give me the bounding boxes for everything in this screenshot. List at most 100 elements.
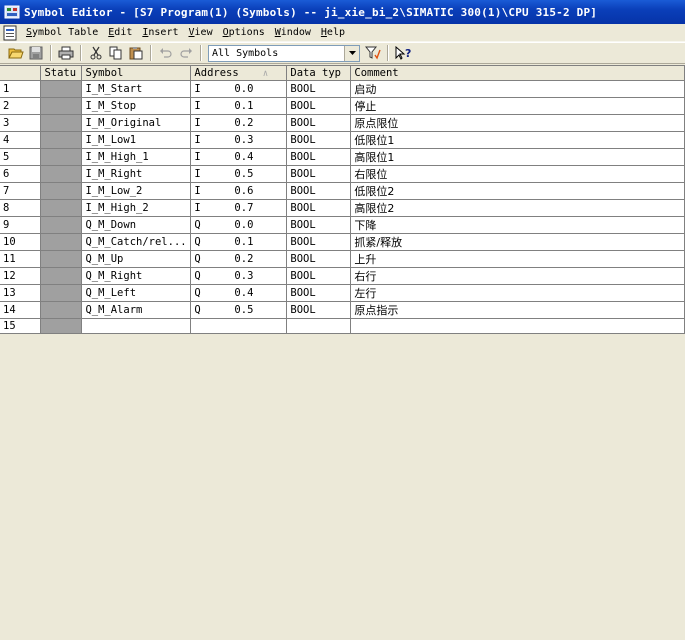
comment-cell[interactable]: 上升 [350, 250, 685, 268]
status-cell[interactable] [40, 80, 83, 98]
title-bar[interactable]: Symbol Editor - [S7 Program(1) (Symbols)… [0, 0, 685, 24]
filter-button[interactable] [363, 44, 383, 62]
table-row[interactable]: 2 I_M_Stop I 0.1 BOOL 停止 [0, 97, 685, 115]
data-type-cell[interactable]: BOOL [286, 80, 352, 98]
status-cell[interactable] [40, 182, 83, 200]
address-cell[interactable]: I 0.7 [190, 199, 288, 217]
address-cell[interactable]: Q 0.5 [190, 301, 288, 319]
row-number-cell[interactable]: 4 [0, 131, 42, 149]
table-row[interactable]: 7 I_M_Low_2 I 0.6 BOOL 低限位2 [0, 182, 685, 200]
row-number-cell[interactable]: 1 [0, 80, 42, 98]
data-type-cell[interactable]: BOOL [286, 250, 352, 268]
symbol-cell[interactable]: Q_M_Catch/rel... [81, 233, 192, 251]
row-number-cell[interactable]: 5 [0, 148, 42, 166]
column-header-data-type[interactable]: Data typ [286, 66, 352, 81]
table-row[interactable]: 6 I_M_Right I 0.5 BOOL 右限位 [0, 165, 685, 183]
symbol-cell[interactable]: I_M_Low_2 [81, 182, 192, 200]
cut-button[interactable] [86, 44, 106, 62]
table-row[interactable]: 14 Q_M_Alarm Q 0.5 BOOL 原点指示 [0, 301, 685, 319]
table-row[interactable]: 13 Q_M_Left Q 0.4 BOOL 左行 [0, 284, 685, 302]
column-header-comment[interactable]: Comment [350, 66, 685, 81]
data-type-cell[interactable]: BOOL [286, 233, 352, 251]
table-row[interactable]: 8 I_M_High_2 I 0.7 BOOL 高限位2 [0, 199, 685, 217]
row-number-cell[interactable]: 7 [0, 182, 42, 200]
data-type-cell[interactable]: BOOL [286, 97, 352, 115]
symbol-cell[interactable]: I_M_Right [81, 165, 192, 183]
symbol-cell[interactable]: Q_M_Alarm [81, 301, 192, 319]
symbol-cell[interactable]: Q_M_Down [81, 216, 192, 234]
menu-edit[interactable]: Edit [103, 27, 137, 38]
symbol-cell[interactable]: I_M_Low1 [81, 131, 192, 149]
table-row[interactable]: 11 Q_M_Up Q 0.2 BOOL 上升 [0, 250, 685, 268]
data-type-cell[interactable]: BOOL [286, 148, 352, 166]
undo-button[interactable] [156, 44, 176, 62]
status-cell[interactable] [40, 216, 83, 234]
data-type-cell[interactable]: BOOL [286, 165, 352, 183]
status-cell[interactable] [40, 233, 83, 251]
symbol-filter-dropdown[interactable]: All Symbols [208, 44, 360, 62]
data-type-cell[interactable]: BOOL [286, 199, 352, 217]
symbol-cell[interactable]: I_M_Start [81, 80, 192, 98]
menu-symbol-table[interactable]: Symbol Table [21, 27, 103, 38]
row-number-cell[interactable]: 6 [0, 165, 42, 183]
address-cell[interactable]: Q 0.1 [190, 233, 288, 251]
address-cell[interactable]: Q 0.0 [190, 216, 288, 234]
column-header-symbol[interactable]: Symbol [81, 66, 192, 81]
data-type-cell[interactable]: BOOL [286, 267, 352, 285]
address-cell[interactable]: I 0.5 [190, 165, 288, 183]
status-cell[interactable] [40, 301, 83, 319]
table-row[interactable]: 3 I_M_Original I 0.2 BOOL 原点限位 [0, 114, 685, 132]
data-type-cell[interactable]: BOOL [286, 284, 352, 302]
table-row[interactable]: 9 Q_M_Down Q 0.0 BOOL 下降 [0, 216, 685, 234]
status-cell[interactable] [40, 267, 83, 285]
symbol-cell[interactable] [81, 318, 192, 334]
symbol-cell[interactable]: I_M_High_2 [81, 199, 192, 217]
print-button[interactable] [56, 44, 76, 62]
address-cell[interactable] [190, 318, 288, 334]
address-cell[interactable]: Q 0.3 [190, 267, 288, 285]
address-cell[interactable]: I 0.4 [190, 148, 288, 166]
column-header-status[interactable]: Statu [40, 66, 83, 81]
help-button[interactable]: ? [393, 44, 413, 62]
open-button[interactable] [6, 44, 26, 62]
row-number-cell[interactable]: 11 [0, 250, 42, 268]
table-row[interactable]: 1 I_M_Start I 0.0 BOOL 启动 [0, 80, 685, 98]
address-cell[interactable]: I 0.6 [190, 182, 288, 200]
address-cell[interactable]: I 0.0 [190, 80, 288, 98]
status-cell[interactable] [40, 131, 83, 149]
row-number-cell[interactable]: 9 [0, 216, 42, 234]
address-cell[interactable]: I 0.1 [190, 97, 288, 115]
comment-cell[interactable]: 启动 [350, 80, 685, 98]
table-row[interactable]: 5 I_M_High_1 I 0.4 BOOL 高限位1 [0, 148, 685, 166]
symbol-cell[interactable]: I_M_Stop [81, 97, 192, 115]
comment-cell[interactable]: 抓紧/释放 [350, 233, 685, 251]
comment-cell[interactable]: 左行 [350, 284, 685, 302]
comment-cell[interactable]: 停止 [350, 97, 685, 115]
symbol-cell[interactable]: Q_M_Right [81, 267, 192, 285]
save-button[interactable] [26, 44, 46, 62]
status-cell[interactable] [40, 148, 83, 166]
menu-insert[interactable]: Insert [137, 27, 183, 38]
table-row[interactable]: 4 I_M_Low1 I 0.3 BOOL 低限位1 [0, 131, 685, 149]
comment-cell[interactable]: 原点指示 [350, 301, 685, 319]
row-number-cell[interactable]: 2 [0, 97, 42, 115]
symbol-cell[interactable]: I_M_High_1 [81, 148, 192, 166]
address-cell[interactable]: I 0.2 [190, 114, 288, 132]
data-type-cell[interactable] [286, 318, 352, 334]
status-cell[interactable] [40, 318, 83, 334]
menu-window[interactable]: Window [270, 27, 316, 38]
comment-cell[interactable]: 低限位2 [350, 182, 685, 200]
menu-options[interactable]: Options [218, 27, 270, 38]
symbol-editor-app-icon[interactable] [4, 4, 20, 20]
table-row[interactable]: 12 Q_M_Right Q 0.3 BOOL 右行 [0, 267, 685, 285]
row-number-cell[interactable]: 3 [0, 114, 42, 132]
redo-button[interactable] [176, 44, 196, 62]
symbol-cell[interactable]: Q_M_Up [81, 250, 192, 268]
address-cell[interactable]: Q 0.2 [190, 250, 288, 268]
row-number-cell[interactable]: 14 [0, 301, 42, 319]
row-number-cell[interactable]: 15 [0, 318, 42, 334]
status-cell[interactable] [40, 165, 83, 183]
data-type-cell[interactable]: BOOL [286, 216, 352, 234]
column-header-address[interactable]: Address ∧ [190, 66, 288, 81]
document-icon[interactable] [2, 25, 18, 41]
